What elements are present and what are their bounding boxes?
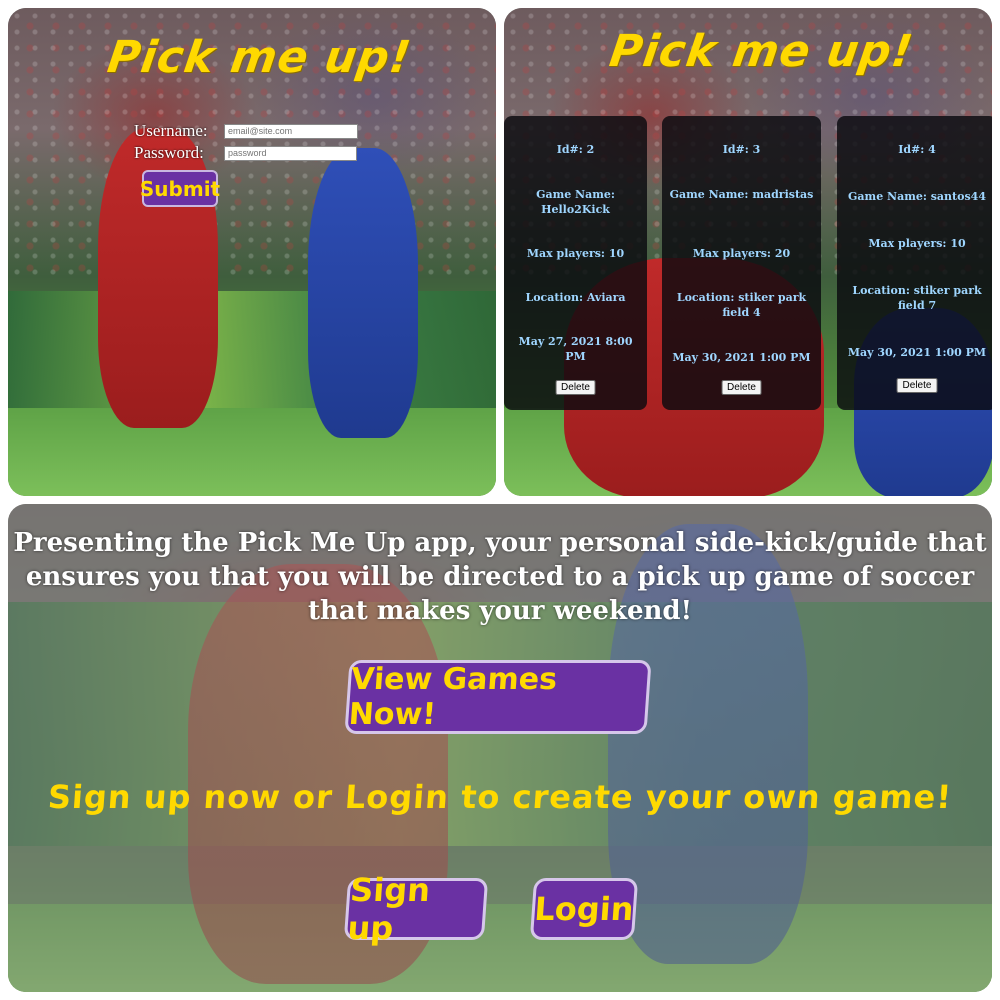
- login-form: Username: Password:: [134, 120, 358, 164]
- game-date: May 27, 2021 8:00 PM: [518, 335, 633, 363]
- game-id: Id#: 4: [898, 143, 936, 156]
- login-panel: Pick me up! Username: Password: Submit: [8, 8, 496, 496]
- game-max-players: Max players: 20: [692, 247, 791, 260]
- game-max-players: Max players: 10: [526, 247, 625, 260]
- password-input[interactable]: [224, 145, 357, 161]
- username-input[interactable]: [224, 123, 358, 139]
- landing-panel: Presenting the Pick Me Up app, your pers…: [8, 504, 992, 992]
- view-games-button[interactable]: View Games Now!: [344, 660, 652, 734]
- submit-button[interactable]: Submit: [140, 170, 220, 207]
- game-card: Id#: 2 Game Name: Hello2Kick Max players…: [504, 116, 647, 410]
- app-title: Pick me up!: [104, 32, 415, 83]
- games-panel: Pick me up! Id#: 2 Game Name: Hello2Kick…: [504, 8, 992, 496]
- delete-button[interactable]: Delete: [721, 380, 762, 395]
- game-name: Game Name: madristas: [669, 188, 814, 201]
- delete-button[interactable]: Delete: [555, 380, 596, 395]
- game-location: Location: stiker park field 4: [676, 291, 807, 319]
- game-card: Id#: 4 Game Name: santos44 Max players: …: [837, 116, 992, 410]
- login-button[interactable]: Login: [529, 878, 639, 940]
- username-label: Username:: [134, 121, 208, 140]
- player-blue-image: [308, 148, 418, 438]
- game-id: Id#: 2: [556, 143, 595, 156]
- delete-button[interactable]: Delete: [896, 378, 938, 393]
- game-date: May 30, 2021 1:00 PM: [672, 351, 811, 364]
- signup-button[interactable]: Sign up: [343, 871, 489, 947]
- signup-cta-text: Sign up now or Login to create your own …: [46, 778, 954, 816]
- game-card: Id#: 3 Game Name: madristas Max players:…: [662, 116, 821, 410]
- game-name: Game Name: Hello2Kick: [536, 188, 615, 216]
- game-date: May 30, 2021 1:00 PM: [847, 346, 987, 359]
- app-title: Pick me up!: [606, 26, 917, 77]
- game-location: Location: Aviara: [525, 291, 626, 304]
- password-label: Password:: [134, 143, 204, 162]
- game-name: Game Name: santos44: [848, 190, 986, 203]
- game-max-players: Max players: 10: [868, 237, 966, 250]
- intro-text: Presenting the Pick Me Up app, your pers…: [13, 528, 987, 626]
- game-location: Location: stiker park field 7: [852, 284, 982, 312]
- game-id: Id#: 3: [722, 143, 761, 156]
